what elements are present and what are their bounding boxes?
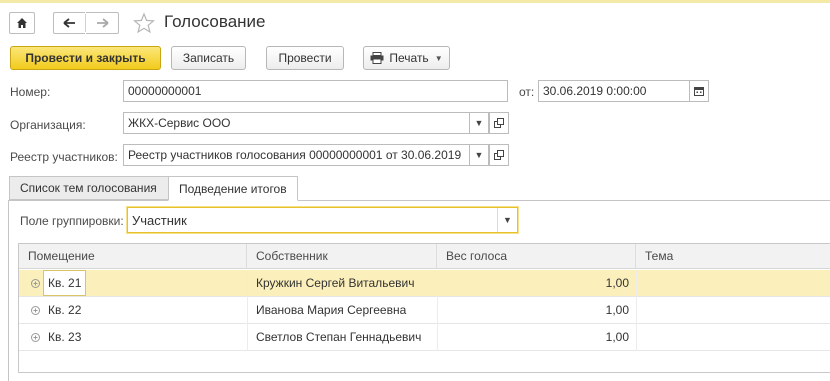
expand-icon[interactable]: [31, 306, 40, 315]
table-row[interactable]: Кв. 21 Кружкин Сергей Витальевич 1,00: [19, 270, 830, 297]
print-label: Печать: [389, 51, 429, 65]
date-field[interactable]: 30.06.2019 0:00:00: [538, 80, 690, 102]
table-row[interactable]: Кв. 22 Иванова Мария Сергеевна 1,00: [19, 297, 830, 324]
date-label: от:: [519, 85, 535, 99]
weight-cell[interactable]: 1,00: [437, 324, 629, 350]
owner-cell[interactable]: Иванова Мария Сергеевна: [256, 297, 406, 323]
org-field[interactable]: ЖКХ-Сервис ООО: [123, 112, 470, 134]
home-button[interactable]: [9, 12, 35, 34]
results-table: Помещение Собственник Вес голоса Тема Кв…: [18, 243, 830, 373]
column-header-weight[interactable]: Вес голоса: [437, 244, 636, 269]
registry-label: Реестр участников:: [10, 150, 118, 164]
number-label: Номер:: [10, 85, 51, 99]
print-button[interactable]: Печать ▼: [363, 46, 450, 70]
grouping-select[interactable]: Участник: [127, 207, 518, 233]
column-header-owner[interactable]: Собственник: [247, 244, 437, 269]
org-label: Организация:: [10, 118, 86, 132]
top-accent-line: [0, 0, 830, 3]
column-divider: [636, 324, 637, 351]
open-icon: [494, 150, 504, 160]
calendar-button[interactable]: [689, 80, 709, 102]
number-field[interactable]: 00000000001: [123, 80, 508, 102]
table-header: Помещение Собственник Вес голоса Тема: [19, 244, 830, 269]
calendar-icon: [694, 87, 704, 96]
table-row[interactable]: Кв. 23 Светлов Степан Геннадьевич 1,00: [19, 324, 830, 351]
room-cell[interactable]: Кв. 23: [48, 324, 81, 350]
weight-cell[interactable]: 1,00: [437, 297, 629, 323]
column-divider: [636, 297, 637, 324]
tab-voting-topics[interactable]: Список тем голосования: [9, 176, 169, 200]
back-button[interactable]: [53, 12, 85, 34]
column-divider: [247, 324, 248, 351]
org-dropdown-button[interactable]: ▼: [469, 112, 489, 134]
registry-dropdown-button[interactable]: ▼: [469, 144, 489, 166]
owner-cell[interactable]: Кружкин Сергей Витальевич: [256, 270, 414, 296]
column-divider: [247, 297, 248, 324]
page-title: Голосование: [164, 12, 266, 31]
column-header-room[interactable]: Помещение: [19, 244, 247, 269]
column-divider: [247, 270, 248, 297]
chevron-down-icon: ▼: [474, 150, 484, 160]
expand-icon[interactable]: [31, 333, 40, 342]
save-button[interactable]: Записать: [171, 46, 246, 70]
org-open-button[interactable]: [489, 112, 509, 134]
chevron-down-icon: ▼: [503, 215, 512, 225]
room-cell[interactable]: Кв. 21: [43, 270, 87, 296]
post-button[interactable]: Провести: [266, 46, 344, 70]
home-icon: [17, 18, 27, 28]
tab-results[interactable]: Подведение итогов: [168, 176, 298, 201]
chevron-down-icon: ▼: [474, 118, 484, 128]
weight-cell[interactable]: 1,00: [437, 270, 629, 296]
registry-open-button[interactable]: [489, 144, 509, 166]
room-cell[interactable]: Кв. 22: [48, 297, 81, 323]
open-icon: [494, 118, 504, 128]
star-icon[interactable]: [133, 12, 155, 34]
post-and-close-button[interactable]: Провести и закрыть: [10, 46, 161, 70]
column-header-topic[interactable]: Тема: [636, 244, 830, 269]
grouping-dropdown-button[interactable]: ▼: [497, 208, 517, 232]
expand-icon[interactable]: [31, 279, 40, 288]
printer-icon: [370, 52, 384, 64]
owner-cell[interactable]: Светлов Степан Геннадьевич: [256, 324, 421, 350]
arrow-left-icon: [63, 18, 75, 28]
grouping-label: Поле группировки:: [20, 214, 124, 228]
chevron-down-icon: ▼: [434, 53, 443, 63]
registry-field[interactable]: Реестр участников голосования 0000000000…: [123, 144, 470, 166]
arrow-right-icon: [96, 18, 109, 28]
forward-button[interactable]: [86, 12, 119, 34]
column-divider: [636, 270, 637, 297]
